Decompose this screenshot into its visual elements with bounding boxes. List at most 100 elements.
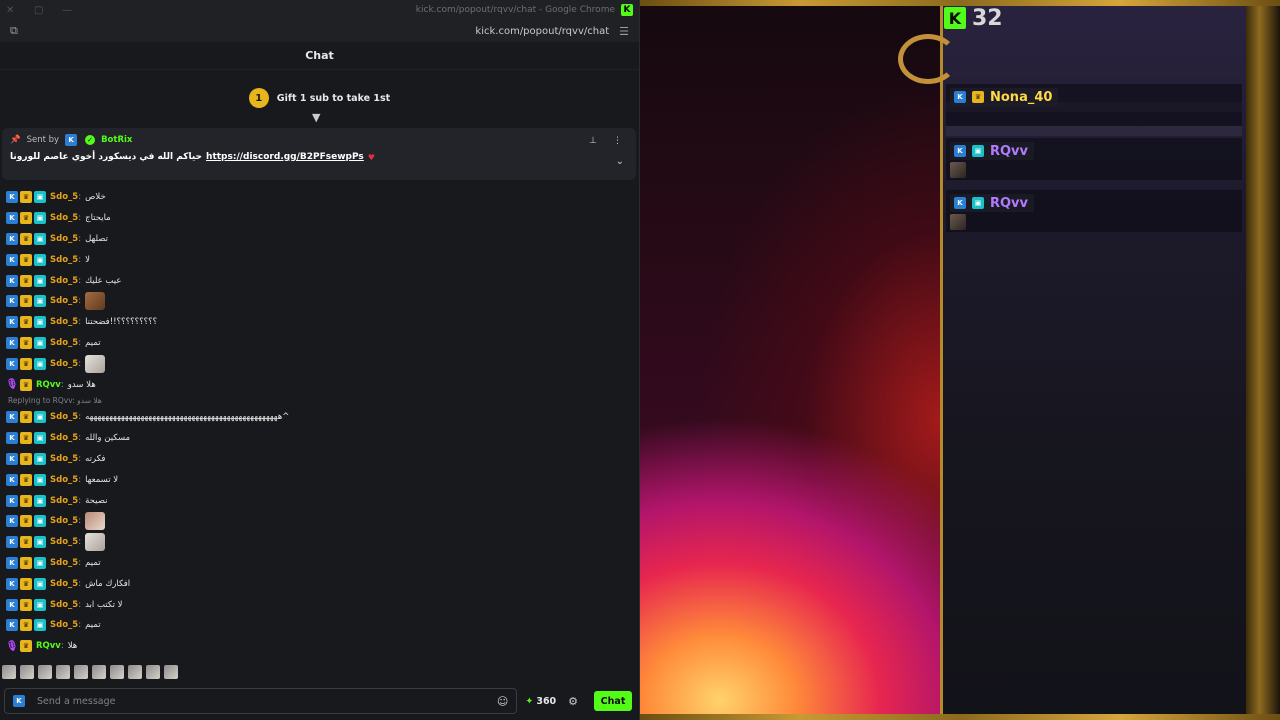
gear-icon[interactable]: ⚙ [568,695,578,708]
channel-points[interactable]: ✦ 360 [525,696,556,707]
message-text: هلا سدو [67,379,96,390]
more-options-icon[interactable]: ⋮ [613,136,622,146]
username[interactable]: RQvv [36,380,61,390]
crown-icon: ♛ [20,212,32,225]
chat-message[interactable]: K ♛ ▣ Sdo_5: تصلهل [0,229,636,250]
window-close-icon[interactable]: ✕ [6,5,34,16]
kick-badge-icon: K [6,357,18,370]
unpin-icon[interactable]: ⊥ [589,136,597,146]
url-text[interactable]: kick.com/popout/rqvv/chat [475,26,609,37]
tune-icon[interactable]: ☰ [619,25,629,38]
chat-message[interactable]: K ♛ ▣ Sdo_5: تميم [0,615,636,636]
gift-badge-icon: ▣ [34,253,46,266]
message-input-box[interactable]: K ☺ [4,688,518,714]
message-text: تميم [85,620,101,631]
filter-icon[interactable]: ▼ [312,111,320,124]
chat-message[interactable]: K ♛ ▣ Sdo_5: تميم [0,333,636,354]
discord-link[interactable]: https://discord.gg/B2PFsewpPs [206,152,364,162]
gift-badge-icon: ▣ [34,411,46,424]
emote-button[interactable] [164,665,178,679]
gift-sub-banner[interactable]: 1 Gift 1 sub to take 1st ▼ [0,70,639,126]
chat-message[interactable]: K ♛ ▣ Sdo_5: لا تكتب ابد [0,594,636,615]
emote-button[interactable] [110,665,124,679]
chat-message[interactable]: K ♛ ▣ Sdo_5: افكارك ماش [0,573,636,594]
chat-message[interactable]: K ♛ ▣ Sdo_5: [0,511,636,532]
crown-icon: ♛ [20,452,32,465]
message-input[interactable] [37,695,487,707]
username[interactable]: Sdo_5 [50,516,78,526]
chat-message[interactable]: K ♛ ▣ Sdo_5: خلاص [0,187,636,208]
chat-message[interactable]: K ♛ ▣ Sdo_5: فكرته [0,449,636,470]
chat-message[interactable]: K ♛ ▣ Sdo_5: لا [0,249,636,270]
emote-button[interactable] [56,665,70,679]
username[interactable]: Sdo_5 [50,234,78,244]
chat-message[interactable]: K ♛ ▣ Sdo_5: مسكين والله [0,428,636,449]
username[interactable]: Sdo_5 [50,359,78,369]
username[interactable]: RQvv [36,641,61,651]
username[interactable]: Sdo_5 [50,276,78,286]
message-text: هلا [67,641,78,652]
emoji-picker-icon[interactable]: ☺ [497,695,508,708]
message-text: تميم [85,557,101,568]
username[interactable]: Sdo_5 [50,454,78,464]
username[interactable]: Sdo_5 [50,412,78,422]
username[interactable]: Sdo_5 [50,620,78,630]
avatar [950,214,966,230]
username[interactable]: Sdo_5 [50,496,78,506]
gift-badge-icon: ▣ [34,494,46,507]
username[interactable]: Sdo_5 [50,192,78,202]
emote-button[interactable] [2,665,16,679]
emote-button[interactable] [146,665,160,679]
chat-message[interactable]: K ♛ ▣ Sdo_5: [0,532,636,553]
username[interactable]: Sdo_5 [50,475,78,485]
chat-message[interactable]: K ♛ ▣ Sdo_5: ههههههههههههههههههههههههههههههه… [0,407,636,428]
username[interactable]: Sdo_5 [50,255,78,265]
overlay-username: Nona_40 [990,89,1053,105]
username[interactable]: Sdo_5 [50,213,78,223]
username[interactable]: Sdo_5 [50,317,78,327]
overlay-name-tag: K ▣ RQvv [950,142,1035,160]
emote-button[interactable] [38,665,52,679]
send-chat-button[interactable]: Chat [594,691,632,711]
chat-message[interactable]: K ♛ ▣ Sdo_5: مايحتاج [0,208,636,229]
kick-badge-icon: K [954,197,966,209]
emote-button[interactable] [20,665,34,679]
verified-icon: ✓ [85,135,96,145]
kick-badge-icon: K [6,295,18,308]
username[interactable]: Sdo_5 [50,537,78,547]
chat-message[interactable]: 🎙 ♛ RQvv: هلا سدو [0,374,636,395]
gift-badge-icon: ▣ [972,197,984,209]
bot-name[interactable]: BotRix [101,135,132,145]
browser-titlebar: ✕ ▢ — kick.com/popout/rqvv/chat - Google… [0,0,639,20]
chevron-down-icon[interactable]: ⌄ [616,156,624,167]
chat-message[interactable]: K ♛ ▣ Sdo_5: عيب عليك [0,270,636,291]
window-maximize-icon[interactable]: ▢ [34,5,62,16]
username[interactable]: Sdo_5 [50,558,78,568]
chat-message[interactable]: K ♛ ▣ Sdo_5: [0,291,636,312]
window-minimize-icon[interactable]: — [62,5,90,16]
chat-message[interactable]: K ♛ ▣ Sdo_5: [0,353,636,374]
username[interactable]: Sdo_5 [50,579,78,589]
chat-message[interactable]: K ♛ ▣ Sdo_5: تميم [0,553,636,574]
emote-image [85,533,106,552]
emote-button[interactable] [128,665,142,679]
username[interactable]: Sdo_5 [50,433,78,443]
separator: : [78,317,82,328]
crown-icon: ♛ [20,473,32,486]
chat-message[interactable]: K ♛ ▣ Sdo_5: لا تسمعها [0,469,636,490]
kick-badge-icon: K [6,232,18,245]
username[interactable]: Sdo_5 [50,296,78,306]
emote-button[interactable] [74,665,88,679]
reply-context[interactable]: Replying to RQvv: هلا سدو [0,395,636,407]
chat-message[interactable]: K ♛ ▣ Sdo_5: نصيحة [0,490,636,511]
site-info-icon[interactable]: ⧉ [10,24,18,38]
chat-message[interactable]: 🎙 ♛ RQvv: هلا [0,636,636,657]
separator: : [78,453,82,464]
overlay-username: RQvv [990,143,1029,159]
crown-icon: ♛ [20,494,32,507]
username[interactable]: Sdo_5 [50,338,78,348]
username[interactable]: Sdo_5 [50,600,78,610]
chat-message[interactable]: K ♛ ▣ Sdo_5: ؟؟؟؟؟؟؟؟؟!!فضحتنا [0,312,636,333]
gold-frame-right [1246,0,1280,720]
emote-button[interactable] [92,665,106,679]
